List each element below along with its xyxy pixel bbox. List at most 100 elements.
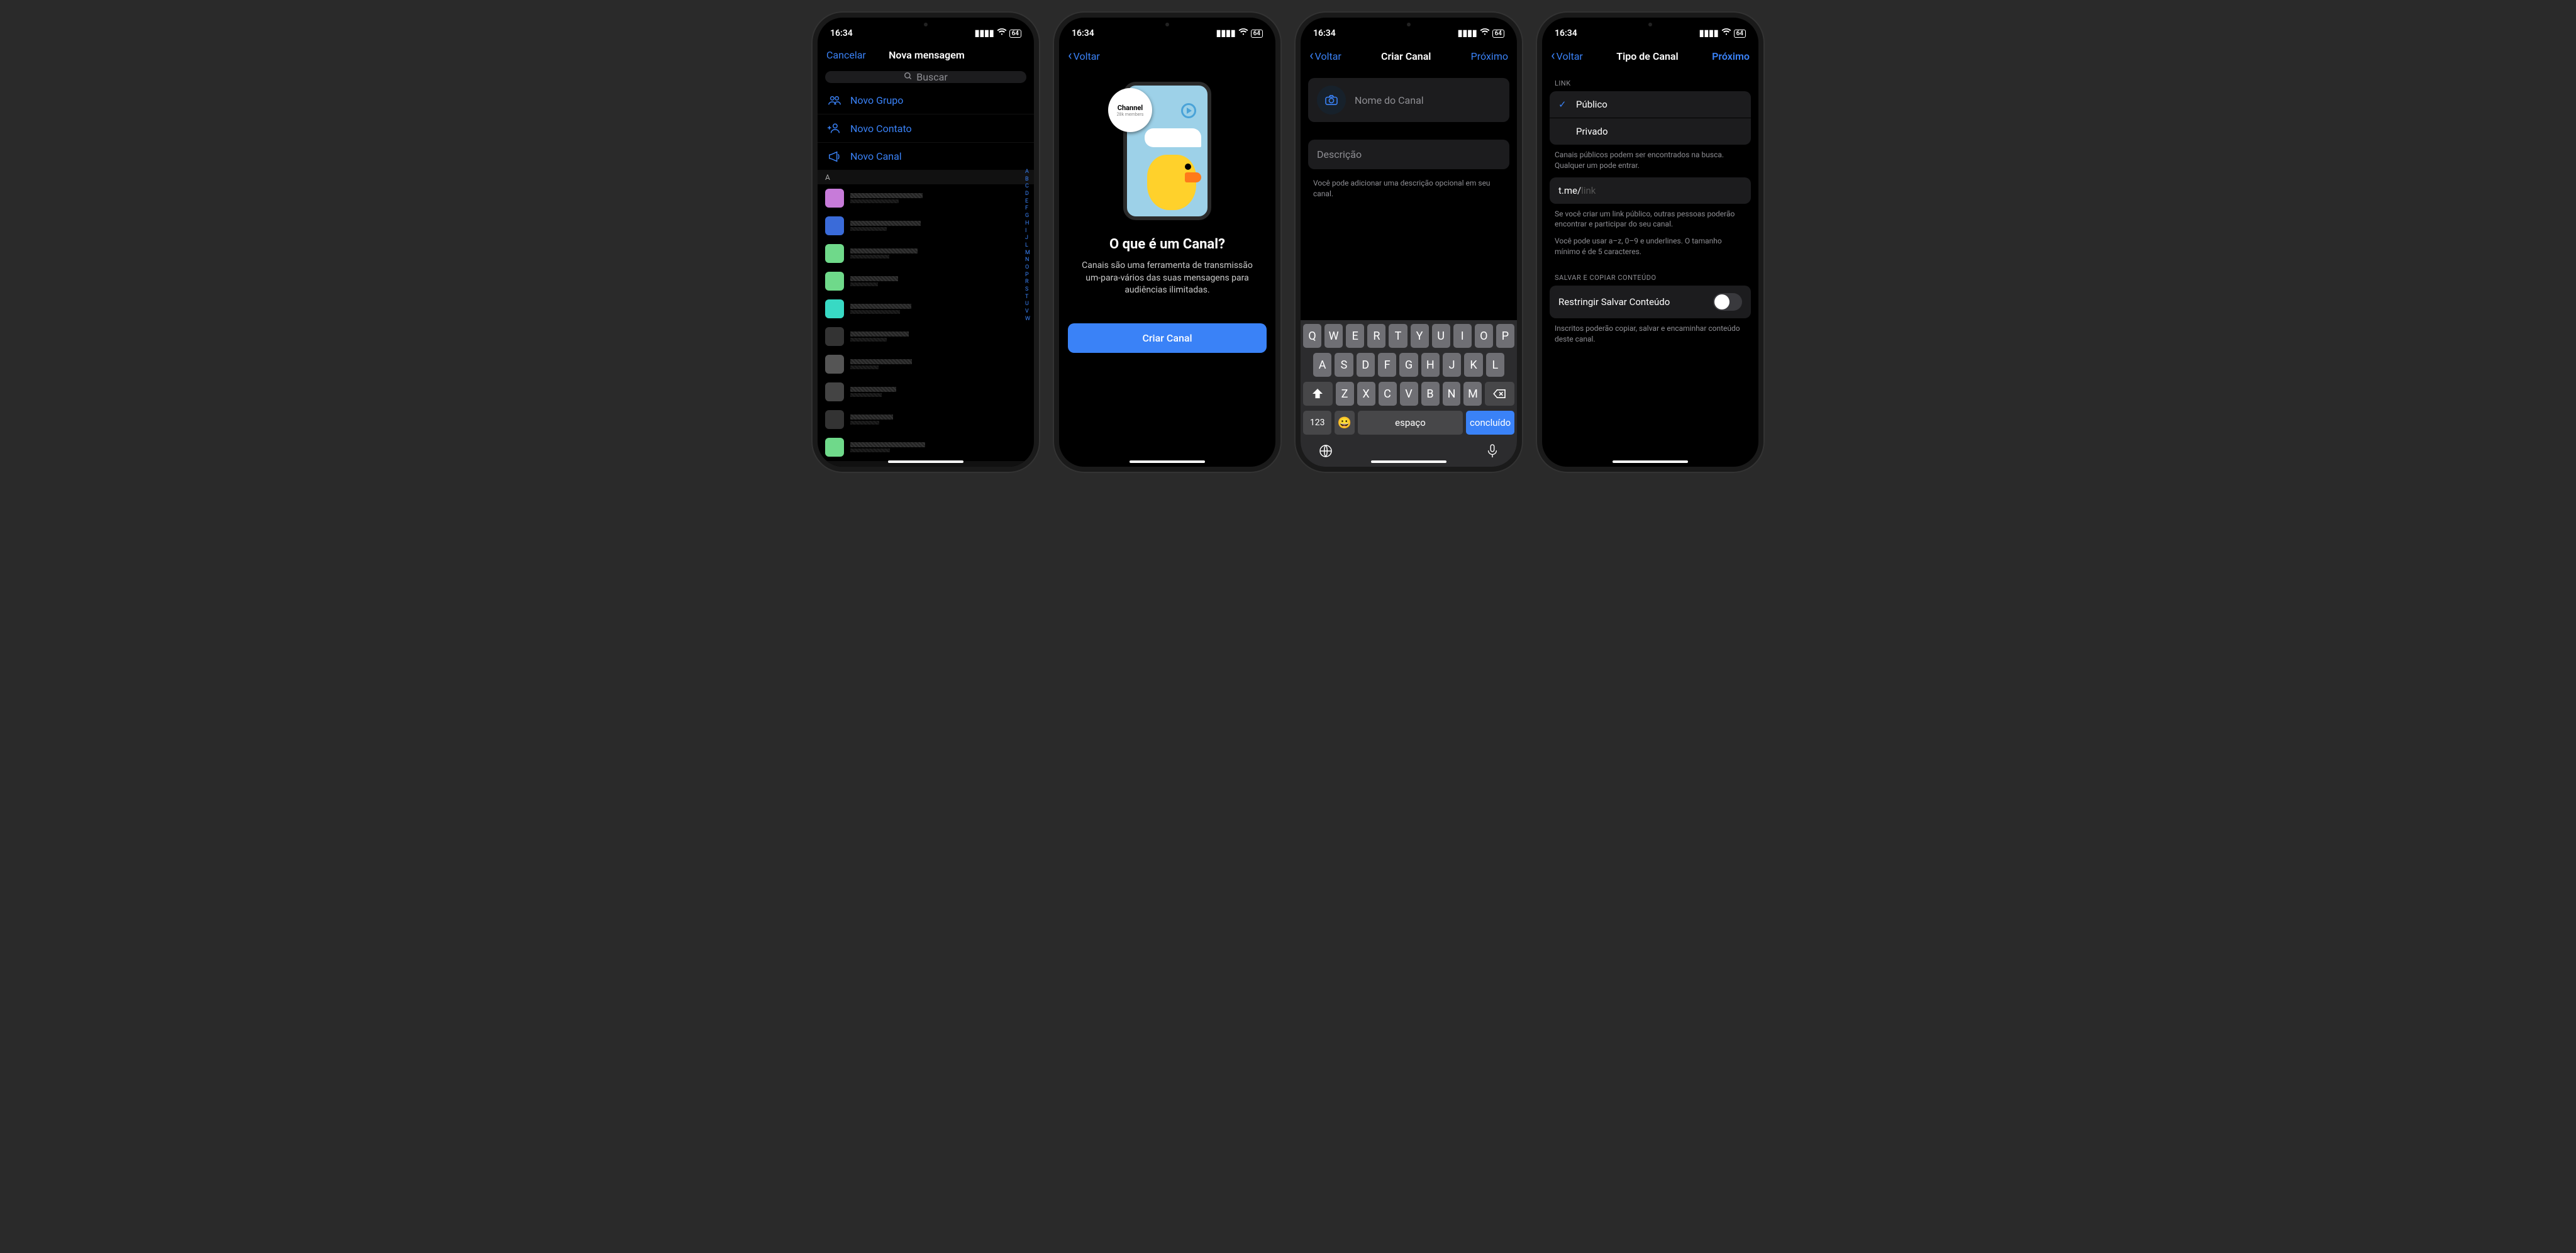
emoji-key[interactable]: 😀 [1335,411,1354,435]
index-letter[interactable]: V [1025,308,1030,316]
info-title: O que é um Canal? [1059,237,1275,252]
back-button[interactable]: ‹Voltar [1551,49,1583,63]
cancel-button[interactable]: Cancelar [826,49,866,61]
contact-row[interactable] [818,433,1034,461]
key-z[interactable]: Z [1336,382,1354,406]
index-letter[interactable]: S [1025,286,1030,294]
key-b[interactable]: B [1421,382,1440,406]
index-letter[interactable]: P [1025,272,1030,279]
home-indicator[interactable] [1613,460,1688,463]
contact-row[interactable] [818,212,1034,240]
chevron-left-icon: ‹ [1551,49,1555,63]
key-u[interactable]: U [1432,324,1450,348]
back-button[interactable]: ‹ Voltar [1068,49,1100,63]
index-letter[interactable]: F [1025,205,1030,213]
space-key[interactable]: espaço [1358,411,1463,435]
contact-row[interactable] [818,240,1034,267]
index-letter[interactable]: O [1025,264,1030,272]
phone-frame-1: 16:34 ▮▮▮▮ 64 Cancelar Nova mensagem Bus… [813,13,1039,472]
key-c[interactable]: C [1379,382,1397,406]
contact-row[interactable] [818,267,1034,295]
home-indicator[interactable] [1371,460,1446,463]
index-letter[interactable]: B [1025,176,1030,184]
key-q[interactable]: Q [1303,324,1321,348]
restrict-helper: Inscritos poderão copiar, salvar e encam… [1555,323,1746,345]
index-letter[interactable]: U [1025,301,1030,308]
index-letter[interactable]: R [1025,279,1030,286]
key-n[interactable]: N [1443,382,1461,406]
battery-icon: 64 [1734,30,1746,38]
new-contact-row[interactable]: Novo Contato [818,114,1034,143]
back-button[interactable]: ‹Voltar [1309,49,1341,63]
shift-key[interactable] [1303,382,1333,406]
index-letter[interactable]: A [1025,169,1030,176]
type-private-row[interactable]: Privado [1550,118,1751,145]
key-o[interactable]: O [1475,324,1493,348]
key-y[interactable]: Y [1411,324,1429,348]
index-letter[interactable]: I [1025,228,1030,235]
next-button[interactable]: Próximo [1712,50,1750,62]
new-channel-row[interactable]: Novo Canal [818,143,1034,170]
create-channel-button[interactable]: Criar Canal [1068,323,1267,353]
numbers-key[interactable]: 123 [1303,411,1331,435]
contact-row[interactable] [818,406,1034,433]
key-j[interactable]: J [1443,353,1461,377]
index-letter[interactable]: T [1025,294,1030,301]
duck-sticker [1147,155,1196,210]
key-a[interactable]: A [1313,353,1331,377]
key-r[interactable]: R [1367,324,1385,348]
contact-row[interactable] [818,295,1034,323]
key-w[interactable]: W [1324,324,1343,348]
contact-row[interactable] [818,323,1034,350]
avatar [825,410,844,429]
key-d[interactable]: D [1357,353,1375,377]
public-link-input[interactable]: t.me/link [1550,177,1751,204]
index-letter[interactable]: G [1025,213,1030,220]
restrict-toggle[interactable] [1713,293,1742,311]
key-i[interactable]: I [1453,324,1472,348]
key-t[interactable]: T [1389,324,1407,348]
wifi-icon [1480,28,1490,38]
key-f[interactable]: F [1378,353,1396,377]
key-v[interactable]: V [1400,382,1418,406]
done-key[interactable]: concluído [1466,411,1514,435]
key-l[interactable]: L [1486,353,1504,377]
key-g[interactable]: G [1399,353,1418,377]
alphabet-index[interactable]: ABCDEFGHIJLMNOPRSTUVW [1025,169,1030,323]
set-photo-button[interactable] [1317,86,1346,114]
search-input[interactable]: Buscar [825,71,1026,83]
index-letter[interactable]: H [1025,220,1030,228]
index-letter[interactable]: D [1025,191,1030,198]
new-group-row[interactable]: Novo Grupo [818,87,1034,114]
index-letter[interactable]: C [1025,183,1030,191]
key-m[interactable]: M [1463,382,1482,406]
type-public-row[interactable]: ✓ Público [1550,91,1751,118]
channel-name-row: Nome do Canal [1308,78,1509,122]
key-k[interactable]: K [1464,353,1482,377]
avatar [825,244,844,263]
channel-name-input[interactable]: Nome do Canal [1355,94,1501,106]
contact-row[interactable] [818,350,1034,378]
keyboard[interactable]: QWERTYUIOP ASDFGHJKL ZXCVBNM 123 😀 espaç… [1301,320,1517,467]
index-letter[interactable]: L [1025,242,1030,250]
index-letter[interactable]: J [1025,235,1030,242]
index-letter[interactable]: N [1025,257,1030,264]
check-icon: ✓ [1558,99,1568,110]
key-e[interactable]: E [1346,324,1364,348]
key-p[interactable]: P [1496,324,1514,348]
contact-row[interactable] [818,378,1034,406]
index-letter[interactable]: M [1025,250,1030,257]
globe-icon[interactable] [1318,443,1333,462]
index-letter[interactable]: E [1025,198,1030,206]
key-s[interactable]: S [1335,353,1353,377]
home-indicator[interactable] [1130,460,1205,463]
key-x[interactable]: X [1357,382,1375,406]
contact-row[interactable] [818,184,1034,212]
next-button[interactable]: Próximo [1471,50,1508,62]
mic-icon[interactable] [1485,443,1499,462]
home-indicator[interactable] [888,460,963,463]
key-h[interactable]: H [1421,353,1440,377]
channel-desc-input[interactable]: Descrição [1317,148,1501,160]
backspace-key[interactable] [1485,382,1514,406]
index-letter[interactable]: W [1025,316,1030,323]
